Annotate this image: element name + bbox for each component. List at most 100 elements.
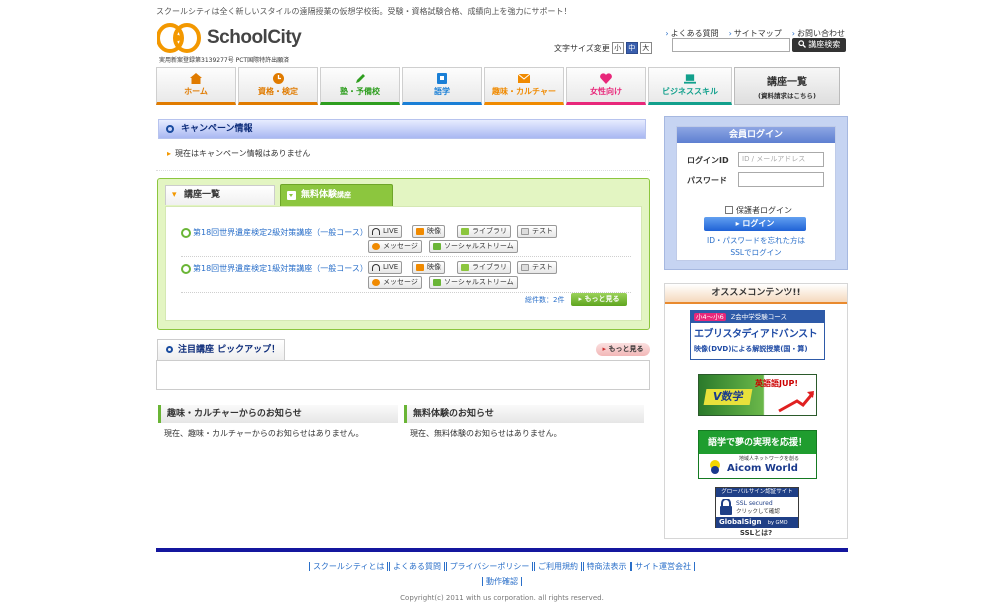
chip-label: ソーシャルストリーム: [444, 278, 514, 286]
login-button[interactable]: ログイン: [704, 217, 806, 231]
footer-link-operation-check[interactable]: 動作確認: [482, 577, 522, 586]
social-stream-button[interactable]: ソーシャルストリーム: [429, 240, 518, 253]
font-size-control: 文字サイズ変更 小 中 大: [554, 42, 652, 54]
aicom-world-banner[interactable]: 語学で夢の実現を応援！ 地域人ネットワークを創る Aicom World: [698, 430, 817, 479]
news-trial: 無料体験のお知らせ 現在、無料体験のお知らせはありません。: [404, 405, 644, 439]
v-math-tag: 英語語JUP!: [755, 379, 798, 388]
tab-course-list[interactable]: 講座一覧: [165, 185, 275, 205]
more-pickup-button[interactable]: もっと見る: [596, 343, 650, 356]
test-button[interactable]: テスト: [517, 225, 557, 238]
divider: [181, 292, 631, 293]
divider: [156, 170, 650, 171]
laptop-icon: [684, 73, 696, 84]
chip-label: ライブラリ: [472, 263, 507, 271]
nav-language-label: 語学: [434, 87, 450, 96]
footer-link-faq[interactable]: よくある質問: [389, 562, 446, 571]
checkbox-icon: [725, 206, 733, 214]
search-button[interactable]: 講座検索: [792, 38, 846, 52]
v-math-banner[interactable]: V数学 英語語JUP!: [698, 374, 817, 416]
password-input[interactable]: [738, 172, 824, 187]
divider: [181, 256, 631, 257]
more-courses-button[interactable]: もっと見る: [571, 293, 627, 306]
footer-link-company[interactable]: サイト運営会社: [631, 562, 696, 571]
course-title: 第18回世界遺産検定2級対策講座（一般コース）: [193, 228, 368, 237]
z-kai-main: エブリスタディアドバンスト: [694, 329, 818, 340]
campaign-message: 現在はキャンペーン情報はありません: [167, 148, 310, 159]
video-button[interactable]: 映像: [412, 261, 445, 274]
nav-home-label: ホーム: [184, 87, 208, 96]
font-size-small-button[interactable]: 小: [611, 42, 624, 54]
recommend-title: オススメコンテンツ!!: [665, 284, 847, 304]
footer-link-about[interactable]: スクールシティとは: [308, 562, 389, 571]
page: { "header": { "tagline": "スクールシティは全く新しいス…: [0, 0, 990, 611]
ssl-info-link[interactable]: SSLとは?: [665, 528, 847, 538]
live-button[interactable]: LIVE: [368, 225, 403, 238]
nav-course-list[interactable]: 講座一覧 (資料請求はこちら): [734, 67, 840, 105]
font-size-medium-button[interactable]: 中: [625, 42, 638, 54]
book-icon: [436, 73, 448, 84]
pickup-title: 注目講座 ピックアップ！: [178, 345, 281, 355]
headphones-icon: [372, 228, 380, 235]
news-hobby: 趣味・カルチャーからのお知らせ 現在、趣味・カルチャーからのお知らせはありません…: [158, 405, 398, 439]
guardian-login-label: 保護者ログイン: [736, 206, 792, 215]
social-stream-button[interactable]: ソーシャルストリーム: [429, 276, 518, 289]
video-icon: [416, 228, 424, 235]
nav-qualification[interactable]: 資格・検定: [238, 67, 318, 105]
nav-hobby-culture[interactable]: 趣味・カルチャー: [484, 67, 564, 105]
arrow-up-icon: [778, 391, 815, 413]
live-button[interactable]: LIVE: [368, 261, 403, 274]
chip-label: メッセージ: [383, 278, 418, 286]
globalsign-ssl: SSL secured: [736, 500, 773, 507]
library-button[interactable]: ライブラリ: [457, 225, 511, 238]
news-trial-title: 無料体験のお知らせ: [404, 405, 644, 423]
footer-link-commerce[interactable]: 特商法表示: [582, 562, 631, 571]
home-icon: [190, 73, 202, 84]
footer-link-privacy[interactable]: プライバシーポリシー: [445, 562, 534, 571]
chip-label: メッセージ: [383, 242, 418, 250]
z-kai-sub: 映像(DVD)による解説授業(国・算): [694, 345, 808, 353]
footer-bar: [156, 548, 848, 552]
ssl-login-link[interactable]: SSLでログイン: [677, 247, 835, 259]
search-icon: [798, 40, 806, 48]
heart-icon: [600, 73, 612, 84]
search-input[interactable]: [672, 38, 790, 52]
guardian-login-checkbox[interactable]: 保護者ログイン: [725, 205, 792, 216]
login-id-input[interactable]: ID / メールアドレス: [738, 152, 824, 167]
course-link[interactable]: 第18回世界遺産検定2級対策講座（一般コース）: [181, 227, 368, 238]
nav-language[interactable]: 語学: [402, 67, 482, 105]
nav-women[interactable]: 女性向け: [566, 67, 646, 105]
news-trial-body: 現在、無料体験のお知らせはありません。: [410, 429, 562, 438]
library-button[interactable]: ライブラリ: [457, 261, 511, 274]
tab-free-trial[interactable]: 無料体験講座: [280, 184, 393, 206]
nav-cram-school[interactable]: 塾・予備校: [320, 67, 400, 105]
chip-label: LIVE: [383, 227, 399, 235]
clock-icon: [272, 73, 284, 84]
nav-home[interactable]: ホーム: [156, 67, 236, 105]
news-hobby-title: 趣味・カルチャーからのお知らせ: [158, 405, 398, 423]
site-logo[interactable]: SchoolCity 実用新案登録第3139277号 PCT国際特許出願済: [157, 20, 307, 64]
video-button[interactable]: 映像: [412, 225, 445, 238]
headphones-icon: [372, 264, 380, 271]
message-button[interactable]: メッセージ: [368, 276, 422, 289]
tab-free-trial-small: 講座: [337, 191, 352, 199]
forgot-password-link[interactable]: ID・パスワードを忘れた方は SSLでログイン: [677, 235, 835, 259]
message-button[interactable]: メッセージ: [368, 240, 422, 253]
chip-label: ソーシャルストリーム: [444, 242, 514, 250]
z-kai-grade: 小4～小6: [694, 313, 726, 321]
footer-link-terms[interactable]: ご利用規約: [533, 562, 582, 571]
test-button[interactable]: テスト: [517, 261, 557, 274]
aicom-brand: Aicom World: [727, 463, 798, 474]
z-kai-banner[interactable]: 小4～小6 Z会中学受験コース エブリスタディアドバンスト 映像(DVD)による…: [690, 310, 825, 360]
globalsign-seal[interactable]: グローバルサイン認証サイト SSL secured クリックして確認 Globa…: [715, 487, 799, 528]
campaign-title: キャンペーン情報: [181, 124, 253, 134]
chip-label: 映像: [427, 227, 441, 235]
nav-business-skills[interactable]: ビジネススキル: [648, 67, 732, 105]
font-size-large-button[interactable]: 大: [639, 42, 652, 54]
password-label: パスワード: [687, 176, 727, 185]
nav-business-skills-label: ビジネススキル: [662, 87, 718, 96]
circle-icon: [166, 125, 174, 133]
login-panel: 会員ログイン ログインID ID / メールアドレス パスワード 保護者ログイン…: [664, 116, 848, 270]
pencil-icon: [354, 73, 366, 84]
logo-text: SchoolCity: [207, 27, 302, 48]
course-link[interactable]: 第18回世界遺産検定1級対策講座（一般コース）: [181, 263, 368, 274]
